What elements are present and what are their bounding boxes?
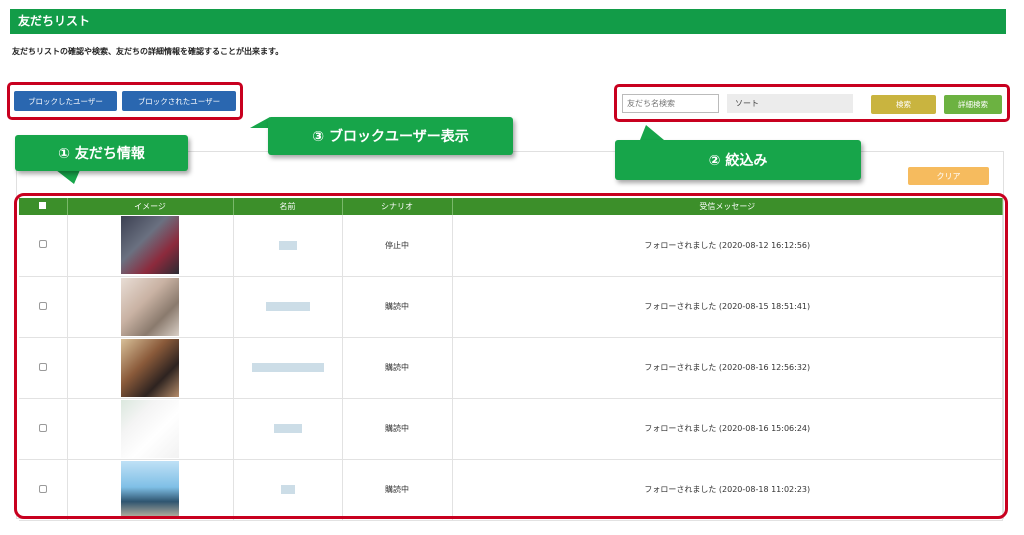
filter-callout: ② 絞込み	[615, 140, 861, 180]
friend-info-callout: ① 友だち情報	[15, 135, 188, 171]
callout-pointer	[640, 125, 664, 140]
friends-table-highlight	[14, 193, 1008, 519]
filter-controls-highlight	[614, 84, 1010, 122]
clear-button[interactable]: クリア	[908, 167, 989, 185]
callout-pointer	[56, 170, 80, 184]
block-users-callout: ③ ブロックユーザー表示	[268, 117, 513, 155]
block-buttons-highlight	[7, 82, 243, 120]
friends-list-page: 友だちリスト 友だちリストの確認や検索、友だちの詳細情報を確認することが出来ます…	[0, 0, 1024, 535]
callout-pointer	[250, 117, 270, 128]
page-title: 友だちリスト	[10, 9, 1006, 34]
page-description: 友だちリストの確認や検索、友だちの詳細情報を確認することが出来ます。	[12, 47, 284, 56]
